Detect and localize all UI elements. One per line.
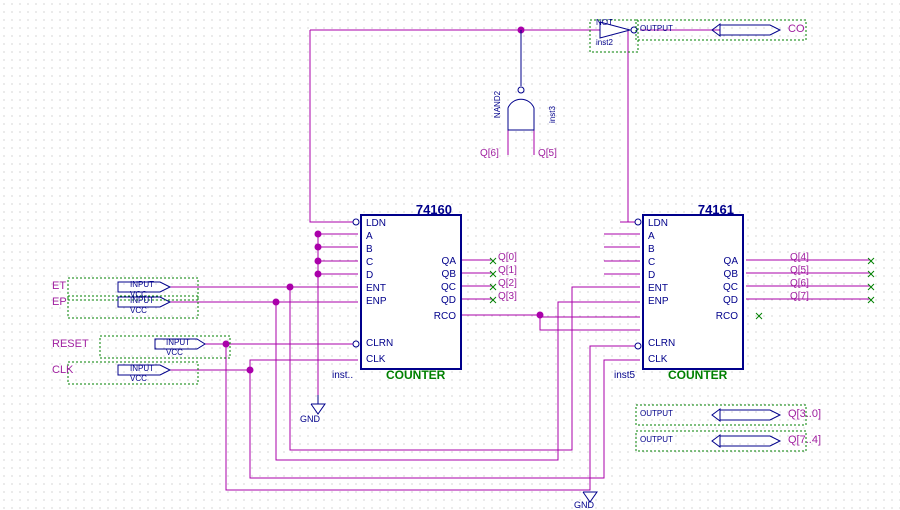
input-tag-2: INPUT — [130, 296, 154, 305]
pin-ent: ENT — [648, 283, 668, 294]
gnd-label-1: GND — [300, 414, 320, 424]
pin-clrn: CLRN — [648, 338, 675, 349]
input-tag-4: INPUT — [130, 364, 154, 373]
nand-in1-label: Q[6] — [480, 148, 499, 159]
not-part-label: NOT — [596, 18, 613, 27]
chip1-part-label: 74160 — [416, 202, 452, 217]
input-tag-1: INPUT — [130, 280, 154, 289]
pin-c: C — [648, 257, 655, 268]
output-tag-co: OUTPUT — [640, 24, 673, 33]
nand-inst-label: inst3 — [548, 106, 557, 123]
input-ep[interactable]: EP — [52, 296, 67, 308]
pin-qa: QA — [724, 256, 738, 267]
input-tag-3: INPUT — [166, 338, 190, 347]
net-q3: Q[3] — [498, 291, 517, 302]
pin-qb: QB — [442, 269, 456, 280]
net-q2: Q[2] — [498, 278, 517, 289]
chip2-type-label: COUNTER — [668, 368, 727, 382]
net-q4: Q[4] — [790, 252, 809, 263]
output-tag-bus1: OUTPUT — [640, 409, 673, 418]
pin-qc: QC — [723, 282, 738, 293]
input-reset[interactable]: RESET — [52, 338, 89, 350]
pin-d: D — [366, 270, 373, 281]
pin-qa: QA — [442, 256, 456, 267]
pin-b: B — [366, 244, 373, 255]
pin-a: A — [648, 231, 655, 242]
net-q6: Q[6] — [790, 278, 809, 289]
pin-enp: ENP — [366, 296, 387, 307]
chip1-type-label: COUNTER — [386, 368, 445, 382]
input-vcc-3: VCC — [166, 348, 183, 357]
output-co[interactable]: CO — [788, 23, 805, 35]
output-bus1[interactable]: Q[3..0] — [788, 408, 821, 420]
pin-clk: CLK — [366, 354, 385, 365]
nand-in2-label: Q[5] — [538, 148, 557, 159]
net-q1: Q[1] — [498, 265, 517, 276]
chip2-inst-label: inst5 — [614, 370, 635, 381]
chip2-part-label: 74161 — [698, 202, 734, 217]
pin-enp: ENP — [648, 296, 669, 307]
pin-clrn: CLRN — [366, 338, 393, 349]
input-vcc-4: VCC — [130, 374, 147, 383]
input-et[interactable]: ET — [52, 280, 66, 292]
net-q7: Q[7] — [790, 291, 809, 302]
input-clk[interactable]: CLK — [52, 364, 73, 376]
pin-ldn: LDN — [648, 218, 668, 229]
pin-a: A — [366, 231, 373, 242]
pin-clk: CLK — [648, 354, 667, 365]
chip1-inst-label: inst.. — [332, 370, 353, 381]
pin-ent: ENT — [366, 283, 386, 294]
not-inst-label: inst2 — [596, 38, 613, 47]
input-vcc-2: VCC — [130, 306, 147, 315]
pin-rco: RCO — [434, 311, 456, 322]
pin-ldn: LDN — [366, 218, 386, 229]
pin-rco: RCO — [716, 311, 738, 322]
pin-c: C — [366, 257, 373, 268]
chip-74160[interactable]: 74160 inst.. COUNTER LDN A B C D ENT ENP… — [360, 214, 462, 370]
pin-qd: QD — [723, 295, 738, 306]
pin-qb: QB — [724, 269, 738, 280]
pin-qd: QD — [441, 295, 456, 306]
nand-part-label: NAND2 — [493, 91, 502, 118]
net-q0: Q[0] — [498, 252, 517, 263]
pin-qc: QC — [441, 282, 456, 293]
pin-b: B — [648, 244, 655, 255]
output-tag-bus2: OUTPUT — [640, 435, 673, 444]
output-bus2[interactable]: Q[7..4] — [788, 434, 821, 446]
net-q5: Q[5] — [790, 265, 809, 276]
chip-74161[interactable]: 74161 inst5 COUNTER LDN A B C D ENT ENP … — [642, 214, 744, 370]
pin-d: D — [648, 270, 655, 281]
